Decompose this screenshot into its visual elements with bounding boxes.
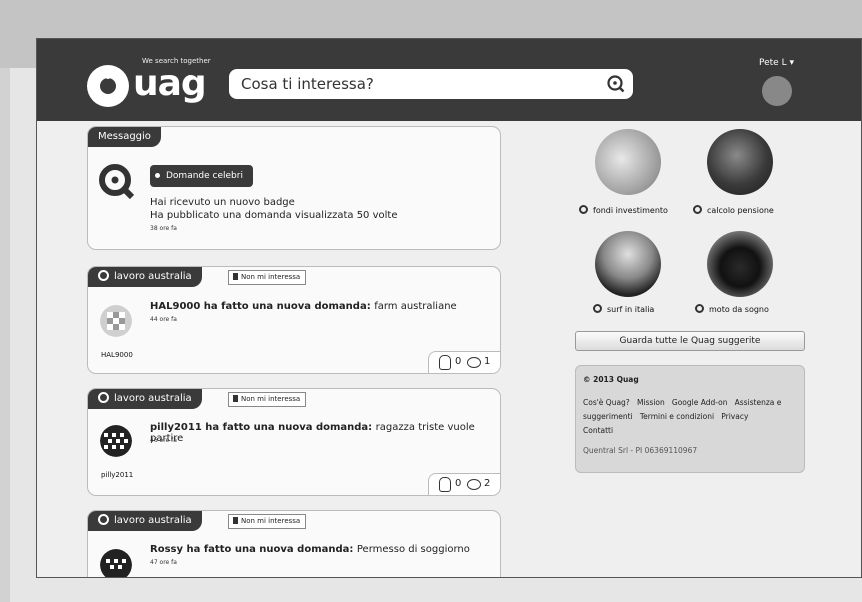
- question-title[interactable]: HAL9000 ha fatto una nuova domanda: farm…: [150, 301, 457, 312]
- topic-tag-label: lavoro australia: [114, 271, 192, 282]
- topic-tag-label: lavoro australia: [114, 515, 192, 526]
- question-action: ha fatto una nuova domanda:: [200, 301, 375, 312]
- quag-q-icon: [99, 164, 135, 200]
- quag-icon: [98, 270, 109, 281]
- suggestion-label: calcolo pensione: [707, 206, 774, 215]
- suggestion-image[interactable]: [707, 231, 773, 297]
- suggestion-label: moto da sogno: [709, 305, 769, 314]
- feed-card: lavoro australia Non mi interessa pilly2…: [87, 388, 501, 496]
- message-tag: Messaggio: [88, 127, 161, 147]
- user-menu[interactable]: Pete L ▾: [759, 58, 794, 68]
- not-interested-label: Non mi interessa: [241, 395, 301, 403]
- question-title[interactable]: pilly2011 ha fatto una nuova domanda: ra…: [150, 422, 500, 444]
- message-card: Messaggio Domande celebri Hai ricevuto u…: [87, 126, 501, 250]
- comments-count: 2: [484, 478, 491, 489]
- not-interested-button[interactable]: Non mi interessa: [228, 392, 307, 407]
- question-user[interactable]: HAL9000: [150, 301, 200, 312]
- footer-links: Cos'è Quag? Mission Google Add-on Assist…: [583, 396, 803, 438]
- badge-dot: [155, 173, 160, 178]
- copyright: © 2013 Quag: [583, 375, 639, 384]
- avatar[interactable]: [762, 76, 792, 106]
- search-input[interactable]: Cosa ti interessa?: [229, 69, 633, 99]
- search-placeholder: Cosa ti interessa?: [241, 75, 374, 93]
- company-info: Quentral Srl - PI 06369110967: [583, 446, 698, 455]
- footer-link[interactable]: Contatti: [583, 426, 613, 435]
- badge-label: Domande celebri: [150, 165, 253, 187]
- question-user[interactable]: pilly2011: [150, 422, 202, 433]
- message-line-1: Hai ricevuto un nuovo badge: [150, 197, 295, 208]
- suggestion-link[interactable]: fondi investimento: [579, 205, 668, 215]
- topic-tag[interactable]: lavoro australia: [88, 267, 202, 287]
- hand-icon[interactable]: [439, 355, 451, 370]
- question-action: ha fatto una nuova domanda:: [183, 544, 357, 555]
- site-footer: © 2013 Quag Cos'è Quag? Mission Google A…: [575, 365, 805, 473]
- question-stats: 0 1: [428, 351, 500, 373]
- user-avatar[interactable]: [100, 425, 132, 457]
- question-text[interactable]: Permesso di soggiorno: [357, 544, 470, 555]
- question-stats: 0 2: [428, 473, 500, 495]
- quag-icon: [693, 205, 702, 214]
- browser-frame: uag We search together Cosa ti interessa…: [36, 38, 862, 578]
- suggestion-label: fondi investimento: [593, 206, 668, 215]
- trash-icon: [233, 273, 238, 280]
- feed-card: lavoro australia Non mi interessa Rossy …: [87, 510, 501, 578]
- question-text[interactable]: farm australiane: [374, 301, 457, 312]
- suggestion-link[interactable]: moto da sogno: [695, 304, 769, 314]
- comments-count: 1: [484, 356, 491, 367]
- quag-icon: [695, 304, 704, 313]
- quag-icon: [98, 392, 109, 403]
- not-interested-label: Non mi interessa: [241, 273, 301, 281]
- suggestion-image[interactable]: [707, 129, 773, 195]
- site-header: uag We search together Cosa ti interessa…: [37, 39, 861, 121]
- footer-link[interactable]: Mission: [637, 398, 665, 407]
- message-time: 38 ore fa: [150, 225, 177, 232]
- trash-icon: [233, 517, 238, 524]
- footer-link[interactable]: Privacy: [721, 412, 748, 421]
- trash-icon: [233, 395, 238, 402]
- suggestion-link[interactable]: surf in italia: [593, 304, 654, 314]
- footer-link[interactable]: Cos'è Quag?: [583, 398, 630, 407]
- likes-count: 0: [455, 356, 462, 367]
- all-suggestions-button[interactable]: Guarda tutte le Quag suggerite: [575, 331, 805, 351]
- logo-q-mark: [87, 65, 129, 107]
- feed-card: lavoro australia Non mi interessa HAL900…: [87, 266, 501, 374]
- message-tag-label: Messaggio: [98, 131, 151, 142]
- quag-icon: [98, 514, 109, 525]
- footer-link[interactable]: Termini e condizioni: [640, 412, 714, 421]
- question-time: 47 ore fa: [150, 559, 177, 566]
- quag-icon: [579, 205, 588, 214]
- search-icon[interactable]: [605, 73, 627, 95]
- footer-link[interactable]: Google Add-on: [672, 398, 728, 407]
- not-interested-button[interactable]: Non mi interessa: [228, 270, 307, 285]
- not-interested-button[interactable]: Non mi interessa: [228, 514, 307, 529]
- suggestion-image[interactable]: [595, 231, 661, 297]
- question-time: 46 ore fa: [150, 437, 177, 444]
- topic-tag[interactable]: lavoro australia: [88, 389, 202, 409]
- question-title[interactable]: Rossy ha fatto una nuova domanda: Permes…: [150, 544, 470, 555]
- question-action: ha fatto una nuova domanda:: [201, 422, 376, 433]
- comment-icon[interactable]: [467, 479, 481, 490]
- user-name[interactable]: pilly2011: [101, 471, 133, 479]
- logo-q-dot: [105, 73, 111, 79]
- question-user[interactable]: Rossy: [150, 544, 183, 555]
- likes-count: 0: [455, 478, 462, 489]
- not-interested-label: Non mi interessa: [241, 517, 301, 525]
- question-time: 44 ore fa: [150, 316, 177, 323]
- logo-text: uag: [133, 63, 207, 104]
- user-avatar[interactable]: [100, 549, 132, 578]
- topic-tag[interactable]: lavoro australia: [88, 511, 202, 531]
- topic-tag-label: lavoro australia: [114, 393, 192, 404]
- quag-icon: [593, 304, 602, 313]
- user-name[interactable]: HAL9000: [101, 351, 133, 359]
- user-avatar[interactable]: [100, 305, 132, 337]
- badge-text: Domande celebri: [166, 171, 243, 181]
- outer-left-stripe: [0, 68, 10, 602]
- comment-icon[interactable]: [467, 357, 481, 368]
- suggestion-image[interactable]: [595, 129, 661, 195]
- suggestion-link[interactable]: calcolo pensione: [693, 205, 774, 215]
- tagline: We search together: [142, 57, 211, 65]
- hand-icon[interactable]: [439, 477, 451, 492]
- message-line-2: Ha pubblicato una domanda visualizzata 5…: [150, 210, 398, 221]
- suggestion-label: surf in italia: [607, 305, 655, 314]
